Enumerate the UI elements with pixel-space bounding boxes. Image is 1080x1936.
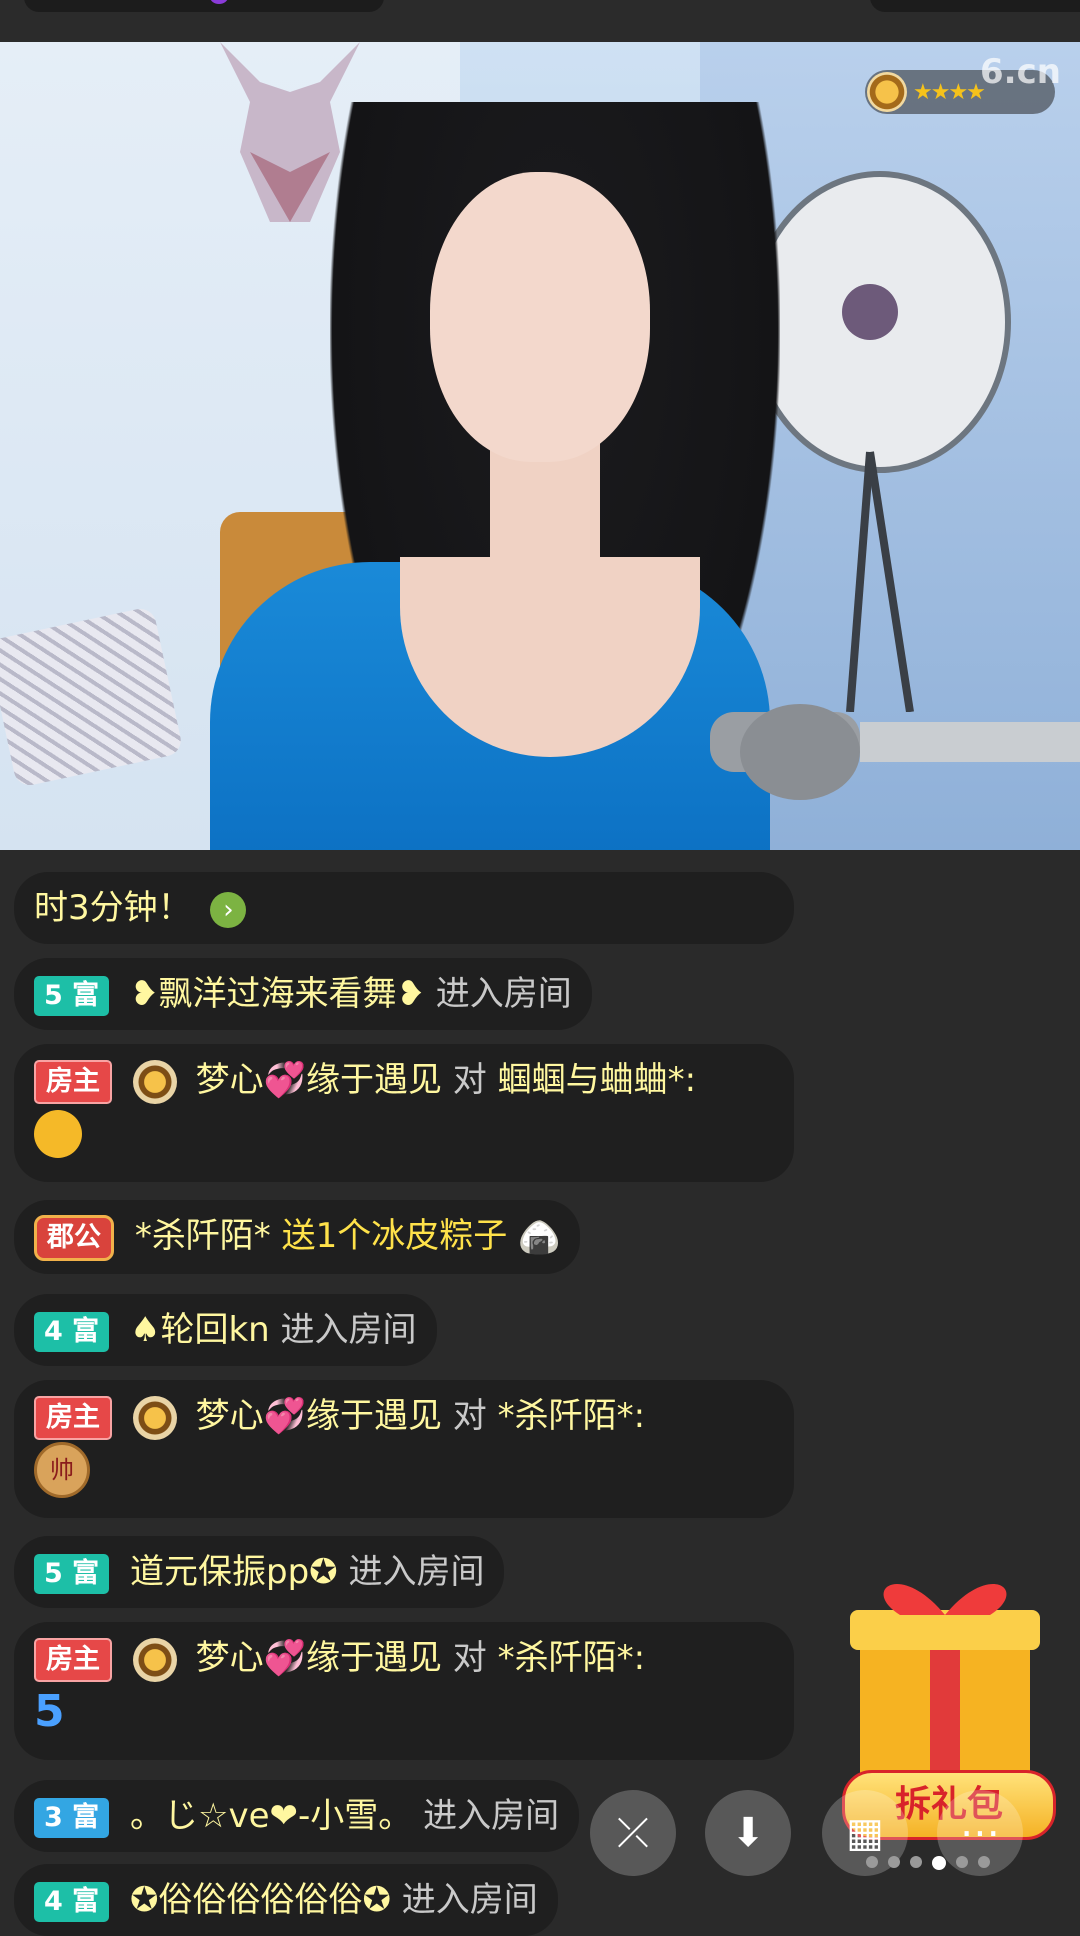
target-user[interactable]: *杀阡陌*:: [498, 1638, 645, 1678]
username[interactable]: 道元保振pp✪: [130, 1552, 338, 1592]
connector-text: 对: [452, 1396, 487, 1436]
chat-message[interactable]: 5 富 ❥飘洋过海来看舞❥ 进入房间: [14, 958, 592, 1030]
chess-piece-icon: 帅: [34, 1442, 90, 1498]
connector-text: 对: [452, 1060, 487, 1100]
rich-level-tag: 4 富: [34, 1311, 110, 1352]
chat-message[interactable]: 房主 梦心💞缘于遇见 对 *杀阡陌*: 5: [14, 1622, 794, 1760]
chat-message[interactable]: 郡公 *杀阡陌* 送1个冰皮粽子 🍙: [14, 1200, 581, 1274]
page-dot: [910, 1856, 922, 1868]
page-dot: [888, 1856, 900, 1868]
chat-message[interactable]: 4 富 ✪俗俗俗俗俗俗✪ 进入房间: [14, 1864, 558, 1936]
username[interactable]: 梦心💞缘于遇见: [196, 1638, 442, 1678]
microphone: [710, 704, 1080, 800]
top-left-pill[interactable]: [24, 0, 384, 12]
top-right-pill[interactable]: [870, 0, 1080, 12]
level-badge-icon: 5: [34, 1685, 65, 1737]
username[interactable]: *杀阡陌*: [135, 1216, 271, 1256]
action-text: 进入房间: [435, 974, 572, 1014]
live-video[interactable]: ★★★★ 6.cn: [0, 42, 1080, 850]
username[interactable]: 梦心💞缘于遇见: [196, 1396, 442, 1436]
chevron-right-icon[interactable]: ›: [210, 891, 247, 928]
rich-level-tag: 4 富: [34, 1881, 110, 1922]
page-dot: [866, 1856, 878, 1868]
rich-level-tag: 3 富: [34, 1797, 110, 1838]
page-indicator: [866, 1856, 990, 1870]
action-text: 进入房间: [348, 1552, 485, 1592]
sun-badge-icon: [867, 72, 907, 112]
host-tag: 房主: [34, 1637, 112, 1682]
chat-message[interactable]: 3 富 。じ☆ve❤-小雪。 进入房间: [14, 1780, 580, 1852]
target-user[interactable]: *杀阡陌*:: [498, 1396, 645, 1436]
chat-message[interactable]: 5 富 道元保振pp✪ 进入房间: [14, 1536, 505, 1608]
fan-decoration: [749, 171, 1011, 712]
chat-message[interactable]: 4 富 ♠轮回kn 进入房间: [14, 1294, 437, 1366]
rich-level-tag: 5 富: [34, 975, 110, 1016]
rich-level-tag: 5 富: [34, 1553, 110, 1594]
page-dot: [956, 1856, 968, 1868]
host-tag: 房主: [34, 1395, 112, 1440]
gift-text: 送1个冰皮粽子: [281, 1216, 508, 1256]
connector-text: 对: [452, 1638, 487, 1678]
streamer-face: [430, 172, 650, 462]
star-rating-icon: ★★★★: [913, 79, 986, 105]
target-user[interactable]: 蝈蝈与蛐蛐*:: [498, 1060, 696, 1100]
message-text: 时3分钟！: [34, 888, 192, 928]
action-text: 进入房间: [280, 1310, 417, 1350]
page-dot: [978, 1856, 990, 1868]
username[interactable]: 。じ☆ve❤-小雪。: [130, 1796, 412, 1836]
smile-emoji-icon: [34, 1109, 82, 1158]
watermark-logo: 6.cn: [980, 52, 1061, 92]
host-tag: 房主: [34, 1059, 112, 1104]
chat-message[interactable]: 时3分钟！ ›: [14, 872, 794, 944]
share-icon[interactable]: ⤫: [590, 1790, 676, 1876]
username[interactable]: ♠轮回kn: [130, 1310, 270, 1350]
download-icon[interactable]: ⬇: [705, 1790, 791, 1876]
sun-avatar-icon: [132, 1395, 177, 1440]
zongzi-gift-icon: 🍙: [518, 1217, 561, 1258]
username[interactable]: ✪俗俗俗俗俗俗✪: [130, 1880, 391, 1920]
duke-tag: 郡公: [34, 1214, 114, 1261]
sun-avatar-icon: [132, 1637, 177, 1682]
top-bar: [0, 0, 1080, 42]
action-text: 进入房间: [401, 1880, 538, 1920]
username[interactable]: 梦心💞缘于遇见: [196, 1060, 442, 1100]
action-text: 进入房间: [423, 1796, 560, 1836]
username[interactable]: ❥飘洋过海来看舞❥: [130, 974, 425, 1014]
page-dot-active: [932, 1856, 946, 1870]
chat-message[interactable]: 房主 梦心💞缘于遇见 对 *杀阡陌*: 帅: [14, 1380, 794, 1518]
sun-avatar-icon: [132, 1059, 177, 1104]
chat-message[interactable]: 房主 梦心💞缘于遇见 对 蝈蝈与蛐蛐*:: [14, 1044, 794, 1182]
